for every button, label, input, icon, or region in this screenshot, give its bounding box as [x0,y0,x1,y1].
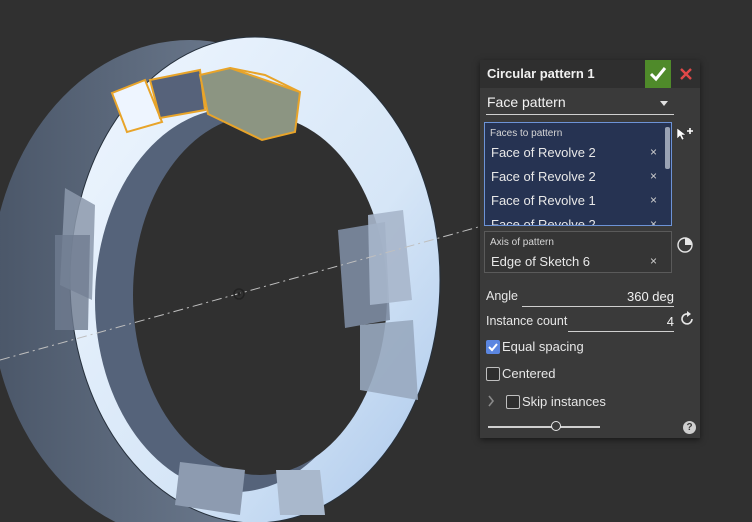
list-item[interactable]: Face of Revolve 1 × [487,189,665,211]
list-item[interactable]: Face of Revolve 2 × [487,141,665,163]
instance-count-row: Instance count 4 [486,312,674,332]
dialog-header: Circular pattern 1 [480,60,700,88]
circular-pattern-dialog: Circular pattern 1 Face pattern Faces to… [480,60,700,438]
dialog-title: Circular pattern 1 [487,66,595,81]
face-name: Face of Revolve 2 [491,169,596,184]
faces-list: Face of Revolve 2 × Face of Revolve 2 × … [485,141,671,225]
faces-list-scrollbar[interactable] [665,127,670,169]
skip-instances-label[interactable]: Skip instances [522,394,606,409]
angle-label: Angle [486,289,518,303]
faces-to-pattern-label: Faces to pattern [490,128,563,139]
instance-count-input[interactable]: 4 [667,314,674,329]
face-name: Face of Revolve 2 [491,217,596,225]
equal-spacing-label[interactable]: Equal spacing [502,339,584,354]
list-item[interactable]: Face of Revolve 2 × [487,213,665,225]
pattern-type-value: Face pattern [487,94,566,110]
rotate-icon[interactable] [678,310,696,328]
checkmark-icon [649,67,667,82]
centered-label[interactable]: Centered [502,366,555,381]
centered-checkbox[interactable] [486,367,500,381]
instance-count-label: Instance count [486,314,568,328]
cancel-button[interactable] [675,60,697,88]
chevron-right-icon[interactable] [486,394,496,408]
remove-icon[interactable]: × [650,217,657,225]
slider-track [488,426,600,428]
add-selection-icon[interactable] [675,126,695,142]
close-icon [680,68,692,80]
slider-thumb[interactable] [551,421,561,431]
axis-of-pattern-label: Axis of pattern [490,237,554,248]
remove-icon[interactable]: × [650,169,657,183]
axis-of-pattern-field[interactable]: Axis of pattern Edge of Sketch 6 × [484,231,672,273]
caret-down-icon [660,101,668,106]
angle-input[interactable]: 360 deg [627,289,674,304]
remove-icon[interactable]: × [650,145,657,159]
preview-slider[interactable] [488,420,600,434]
help-symbol: ? [686,422,693,433]
list-item[interactable]: Edge of Sketch 6 × [487,250,665,272]
checkmark-icon [488,343,498,352]
faces-to-pattern-field[interactable]: Faces to pattern Face of Revolve 2 × Fac… [484,122,672,226]
accept-button[interactable] [645,60,671,88]
face-name: Face of Revolve 2 [491,145,596,160]
face-name: Face of Revolve 1 [491,193,596,208]
help-icon[interactable]: ? [683,421,696,434]
remove-icon[interactable]: × [650,254,657,268]
angle-row: Angle 360 deg [486,287,674,307]
axis-value: Edge of Sketch 6 [491,254,591,269]
opposite-direction-icon[interactable] [676,236,694,254]
equal-spacing-checkbox[interactable] [486,340,500,354]
pattern-type-dropdown[interactable]: Face pattern [486,92,674,115]
instance-count-underline [568,331,674,332]
remove-icon[interactable]: × [650,193,657,207]
skip-instances-checkbox[interactable] [506,395,520,409]
list-item[interactable]: Face of Revolve 2 × [487,165,665,187]
angle-input-underline [522,306,674,307]
